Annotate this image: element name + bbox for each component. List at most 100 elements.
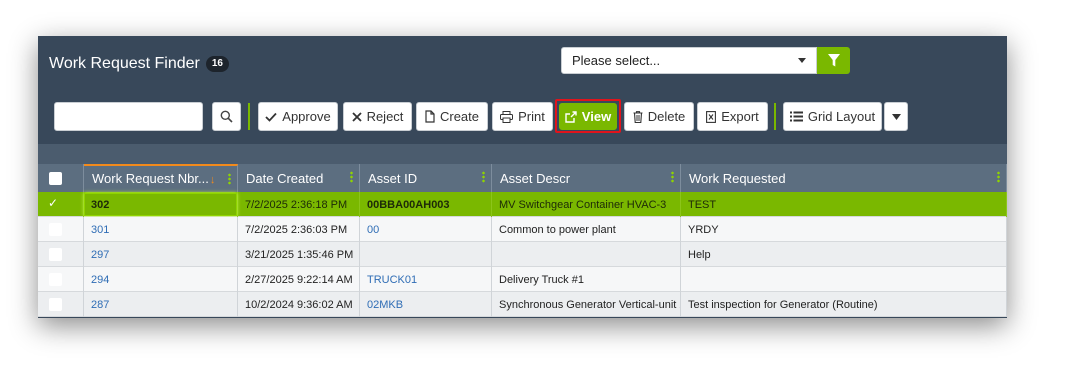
view-button[interactable]: View [559, 103, 617, 130]
table-row[interactable]: 301 7/2/2025 2:36:03 PM 00 Common to pow… [38, 217, 1007, 242]
search-button[interactable] [212, 102, 241, 131]
column-header-work-request-nbr[interactable]: Work Request Nbr...↓ [84, 164, 238, 192]
cell-work-requested: TEST [681, 192, 1007, 217]
cell-asset-id[interactable]: 00BBA00AH003 [360, 192, 492, 217]
column-label: Asset ID [368, 171, 418, 186]
table-row[interactable]: 287 10/2/2024 9:36:02 AM 02MKB Synchrono… [38, 292, 1007, 317]
column-header-work-requested[interactable]: Work Requested [681, 164, 1007, 192]
column-menu-icon[interactable] [671, 171, 674, 183]
document-icon [425, 110, 435, 123]
search-input[interactable] [54, 102, 203, 131]
column-label: Work Requested [689, 171, 786, 186]
select-all-cell [38, 164, 84, 192]
filter-select-value: Please select... [572, 53, 661, 68]
cell-work-request-nbr[interactable]: 294 [84, 267, 238, 292]
cell-asset-descr: Synchronous Generator Vertical-unit 2 [492, 292, 681, 317]
cell-asset-descr [492, 242, 681, 267]
cell-work-requested: Help [681, 242, 1007, 267]
table-row[interactable]: 297 3/21/2025 1:35:46 PM Help [38, 242, 1007, 267]
cell-asset-descr: Common to power plant [492, 217, 681, 242]
row-checkbox[interactable] [49, 248, 62, 261]
count-badge: 16 [205, 56, 229, 72]
select-all-checkbox[interactable] [49, 172, 62, 185]
list-icon [789, 111, 803, 122]
page-title: Work Request Finder 16 [49, 55, 229, 73]
cell-work-requested [681, 267, 1007, 292]
cell-date-created: 2/27/2025 9:22:14 AM [238, 267, 360, 292]
cell-work-request-nbr[interactable]: 297 [84, 242, 238, 267]
column-menu-icon[interactable] [350, 171, 353, 183]
checkmark-icon [265, 112, 277, 122]
view-label: View [581, 109, 612, 124]
create-button[interactable]: Create [416, 102, 488, 131]
column-label: Asset Descr [500, 171, 571, 186]
column-menu-icon[interactable] [997, 171, 1000, 183]
row-select-cell [38, 242, 84, 267]
create-label: Create [439, 109, 480, 124]
row-select-cell [38, 217, 84, 242]
print-button[interactable]: Print [492, 102, 553, 131]
column-header-asset-descr[interactable]: Asset Descr [492, 164, 681, 192]
cell-asset-id[interactable]: TRUCK01 [360, 267, 492, 292]
cell-date-created: 10/2/2024 9:36:02 AM [238, 292, 360, 317]
grid-group-band [38, 144, 1007, 164]
cell-work-request-nbr[interactable]: 287 [84, 292, 238, 317]
cell-asset-descr: MV Switchgear Container HVAC-3 [492, 192, 681, 217]
chevron-down-icon [798, 58, 806, 63]
row-select-cell [38, 267, 84, 292]
row-checkbox[interactable] [49, 273, 62, 286]
filter-button[interactable] [817, 47, 850, 74]
row-checkbox[interactable] [49, 298, 62, 311]
grid-layout-dropdown-button[interactable] [884, 102, 908, 131]
approve-label: Approve [282, 109, 331, 124]
approve-button[interactable]: Approve [258, 102, 338, 131]
cell-asset-id[interactable] [360, 242, 492, 267]
delete-button[interactable]: Delete [624, 102, 694, 131]
filter-icon [827, 54, 840, 67]
search-icon [220, 110, 233, 123]
export-label: Export [721, 109, 759, 124]
cell-asset-descr: Delivery Truck #1 [492, 267, 681, 292]
filter-select[interactable]: Please select... [561, 47, 817, 74]
column-header-asset-id[interactable]: Asset ID [360, 164, 492, 192]
row-select-cell: ✓ [38, 192, 84, 217]
external-link-icon [565, 110, 577, 123]
column-menu-icon[interactable] [482, 171, 485, 183]
column-label: Date Created [246, 171, 324, 186]
delete-label: Delete [647, 109, 686, 124]
export-button[interactable]: Export [697, 102, 768, 131]
printer-icon [500, 110, 514, 123]
x-icon [351, 111, 362, 122]
cell-date-created: 3/21/2025 1:35:46 PM [238, 242, 360, 267]
cell-work-requested: Test inspection for Generator (Routine) [681, 292, 1007, 317]
reject-label: Reject [366, 109, 404, 124]
work-request-finder-window: Work Request Finder 16 Please select... … [38, 36, 1007, 318]
row-checkbox[interactable]: ✓ [48, 196, 61, 210]
grid-layout-button[interactable]: Grid Layout [783, 102, 882, 131]
grid-header: Work Request Nbr...↓ Date Created Asset … [38, 164, 1007, 192]
toolbar-separator [248, 103, 250, 130]
trash-icon [633, 110, 643, 123]
print-label: Print [518, 109, 545, 124]
toolbar-separator [774, 103, 776, 130]
row-select-cell [38, 292, 84, 317]
table-row[interactable]: ✓ 302 7/2/2025 2:36:18 PM 00BBA00AH003 M… [38, 192, 1007, 217]
caret-down-icon [891, 113, 901, 120]
grid-layout-label: Grid Layout [807, 109, 876, 124]
cell-date-created: 7/2/2025 2:36:03 PM [238, 217, 360, 242]
cell-date-created: 7/2/2025 2:36:18 PM [238, 192, 360, 217]
cell-asset-id[interactable]: 02MKB [360, 292, 492, 317]
column-menu-icon[interactable] [228, 173, 231, 185]
cell-work-requested: YRDY [681, 217, 1007, 242]
cell-asset-id[interactable]: 00 [360, 217, 492, 242]
cell-work-request-nbr[interactable]: 301 [84, 217, 238, 242]
cell-focus-outline [84, 193, 237, 216]
toolbar: Approve Reject Create Print View Delete … [38, 99, 1007, 133]
column-header-date-created[interactable]: Date Created [238, 164, 360, 192]
sort-arrow-icon: ↓ [209, 174, 216, 186]
reject-button[interactable]: Reject [343, 102, 412, 131]
page-title-text: Work Request Finder [49, 55, 200, 72]
table-row[interactable]: 294 2/27/2025 9:22:14 AM TRUCK01 Deliver… [38, 267, 1007, 292]
row-checkbox[interactable] [49, 223, 62, 236]
column-label: Work Request Nbr... [92, 171, 209, 186]
